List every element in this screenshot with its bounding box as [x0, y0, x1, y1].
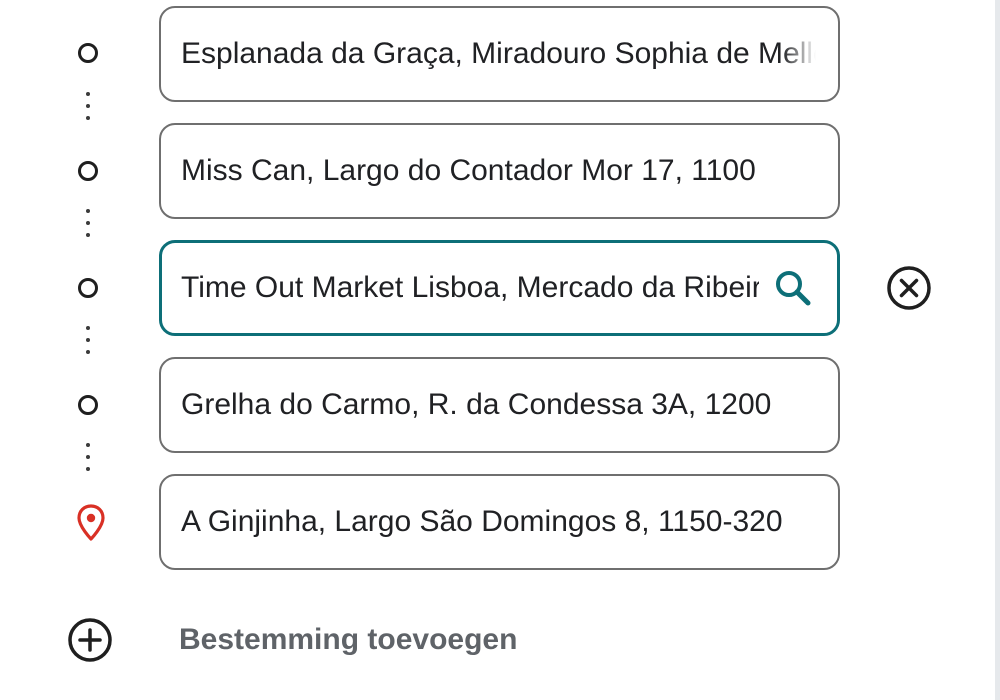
search-icon[interactable] [771, 266, 815, 310]
add-circle-icon [68, 618, 112, 662]
waypoint-value: Time Out Market Lisboa, Mercado da Ribei… [181, 271, 759, 304]
add-destination-label: Bestemming toevoegen [179, 623, 518, 656]
connector-dots [86, 92, 90, 120]
add-destination-button[interactable]: Bestemming toevoegen [66, 616, 586, 664]
waypoint-value: Grelha do Carmo, R. da Condessa 3A, 1200 [181, 388, 772, 421]
circle-icon [78, 161, 98, 181]
waypoint-input-5[interactable]: A Ginjinha, Largo São Domingos 8, 1150-3… [159, 474, 840, 570]
waypoint-input-2[interactable]: Miss Can, Largo do Contador Mor 17, 1100 [159, 123, 840, 219]
waypoint-input-4[interactable]: Grelha do Carmo, R. da Condessa 3A, 1200 [159, 357, 840, 453]
circle-icon [78, 395, 98, 415]
connector-dots [86, 443, 90, 471]
location-pin-icon [77, 504, 105, 541]
waypoint-input-1[interactable]: Esplanada da Graça, Miradouro Sophia de … [159, 6, 840, 102]
waypoint-value: A Ginjinha, Largo São Domingos 8, 1150-3… [181, 505, 783, 538]
circle-icon [78, 278, 98, 298]
connector-dots [86, 326, 90, 354]
connector-dots [86, 209, 90, 237]
waypoint-list: Esplanada da Graça, Miradouro Sophia de … [0, 0, 1000, 700]
waypoint-value: Miss Can, Largo do Contador Mor 17, 1100 [181, 154, 756, 187]
waypoint-value: Esplanada da Graça, Miradouro Sophia de … [181, 37, 816, 70]
remove-waypoint-icon[interactable] [885, 264, 933, 312]
circle-icon [78, 43, 98, 63]
waypoint-input-3[interactable]: Time Out Market Lisboa, Mercado da Ribei… [159, 240, 840, 336]
